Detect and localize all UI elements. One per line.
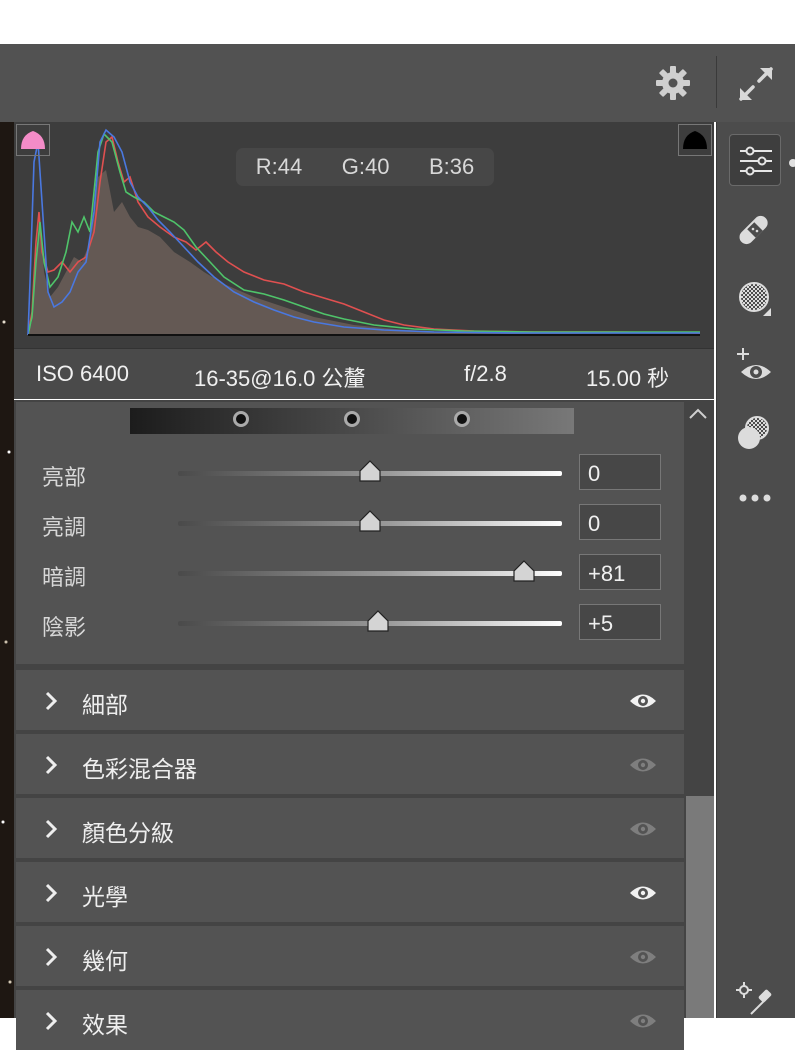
slider-row-highlights: 亮部 0	[16, 454, 684, 494]
section-effects[interactable]: 效果	[16, 990, 684, 1050]
camera-metadata-bar: ISO 6400 16-35@16.0 公釐 f/2.8 15.00 秒	[14, 348, 714, 399]
chevron-right-icon	[45, 755, 58, 775]
healing-bandage-icon	[739, 215, 768, 245]
panel-scrollbar-thumb[interactable]	[686, 796, 714, 1018]
section-optics[interactable]: 光學	[16, 862, 684, 922]
red-eye-icon	[737, 348, 771, 379]
region-divider-handle[interactable]	[233, 411, 249, 427]
masking-tool-button[interactable]	[729, 272, 781, 324]
edit-panels: 亮部 0 亮調 0 暗調 +81 陰影 +5 細部 色彩混合器 顏色分級 光學 …	[14, 400, 714, 1050]
more-tools-button[interactable]	[729, 470, 781, 522]
section-geometry[interactable]: 幾何	[16, 926, 684, 986]
region-divider-handle[interactable]	[344, 411, 360, 427]
photo-preview-edge	[0, 122, 14, 1018]
slider-value-field[interactable]: 0	[579, 504, 661, 540]
toolbar-divider	[716, 56, 717, 108]
highlight-clipping-icon	[683, 131, 707, 149]
section-title: 顏色分級	[82, 821, 174, 847]
chevron-right-icon	[45, 691, 58, 711]
eyedropper-tool-button[interactable]	[729, 970, 781, 1022]
slider-track[interactable]	[178, 571, 562, 576]
eye-icon[interactable]	[628, 1008, 658, 1034]
slider-row-darks: 暗調 +81	[16, 554, 684, 594]
rgb-readout-green: G:40	[341, 154, 390, 179]
top-toolbar	[0, 44, 795, 122]
healing-tool-button[interactable]	[729, 204, 781, 256]
eye-icon[interactable]	[628, 880, 658, 906]
section-title: 色彩混合器	[82, 757, 197, 783]
edit-tool-button[interactable]	[729, 134, 781, 186]
eye-icon[interactable]	[628, 752, 658, 778]
tone-panel: 亮部 0 亮調 0 暗調 +81 陰影 +5	[16, 402, 684, 664]
section-title: 效果	[82, 1013, 128, 1039]
region-divider-handle[interactable]	[454, 411, 470, 427]
section-color-mixer[interactable]: 色彩混合器	[16, 734, 684, 794]
chevron-right-icon	[45, 1011, 58, 1031]
slider-row-shadows: 陰影 +5	[16, 604, 684, 644]
slider-value-field[interactable]: +5	[579, 604, 661, 640]
presets-icon	[738, 416, 769, 449]
section-detail[interactable]: 細部	[16, 670, 684, 730]
section-title: 細部	[82, 693, 128, 719]
rgb-readout-blue: B:36	[428, 154, 475, 179]
shadow-clipping-icon	[21, 131, 45, 149]
slider-label: 亮部	[42, 466, 87, 491]
slider-value-field[interactable]: +81	[579, 554, 661, 590]
sliders-icon	[740, 146, 772, 176]
presets-tool-button[interactable]	[729, 408, 781, 460]
slider-row-lights: 亮調 0	[16, 504, 684, 544]
section-color-grading[interactable]: 顏色分級	[16, 798, 684, 858]
red-eye-tool-button[interactable]	[729, 340, 781, 392]
masking-icon	[739, 282, 771, 316]
chevron-right-icon	[45, 819, 58, 839]
aperture-value: f/2.8	[464, 361, 507, 386]
slider-thumb[interactable]	[358, 460, 382, 482]
chevron-right-icon	[45, 947, 58, 967]
slider-label: 陰影	[42, 616, 87, 641]
slider-label: 亮調	[42, 516, 87, 541]
expand-icon[interactable]	[736, 64, 776, 104]
gear-icon[interactable]	[654, 64, 692, 102]
tool-sidebar	[716, 122, 795, 1018]
slider-value-field[interactable]: 0	[579, 454, 661, 490]
eye-icon[interactable]	[628, 944, 658, 970]
slider-thumb[interactable]	[512, 560, 536, 582]
chevron-up-icon[interactable]	[686, 404, 710, 424]
histogram: R:44 G:40 B:36	[14, 122, 714, 348]
active-tool-indicator	[789, 159, 795, 167]
chevron-right-icon	[45, 883, 58, 903]
slider-label: 暗調	[42, 566, 87, 591]
eye-icon[interactable]	[628, 816, 658, 842]
eyedropper-icon	[736, 982, 772, 1015]
rgb-readout: R:44 G:40 B:36	[236, 148, 494, 186]
slider-thumb[interactable]	[358, 510, 382, 532]
section-title: 幾何	[82, 949, 128, 975]
section-title: 光學	[82, 885, 128, 911]
slider-thumb[interactable]	[366, 610, 390, 632]
rgb-readout-red: R:44	[255, 154, 303, 179]
tone-curve-region-bar[interactable]	[130, 408, 574, 434]
more-icon	[739, 494, 771, 502]
shadow-clipping-toggle[interactable]	[16, 124, 50, 156]
iso-value: ISO 6400	[36, 361, 129, 386]
histogram-luminance-fill	[28, 170, 700, 335]
eye-icon[interactable]	[628, 688, 658, 714]
shutter-value: 15.00 秒	[586, 366, 670, 391]
lens-value: 16-35@16.0 公釐	[194, 366, 366, 391]
highlight-clipping-toggle[interactable]	[678, 124, 712, 156]
